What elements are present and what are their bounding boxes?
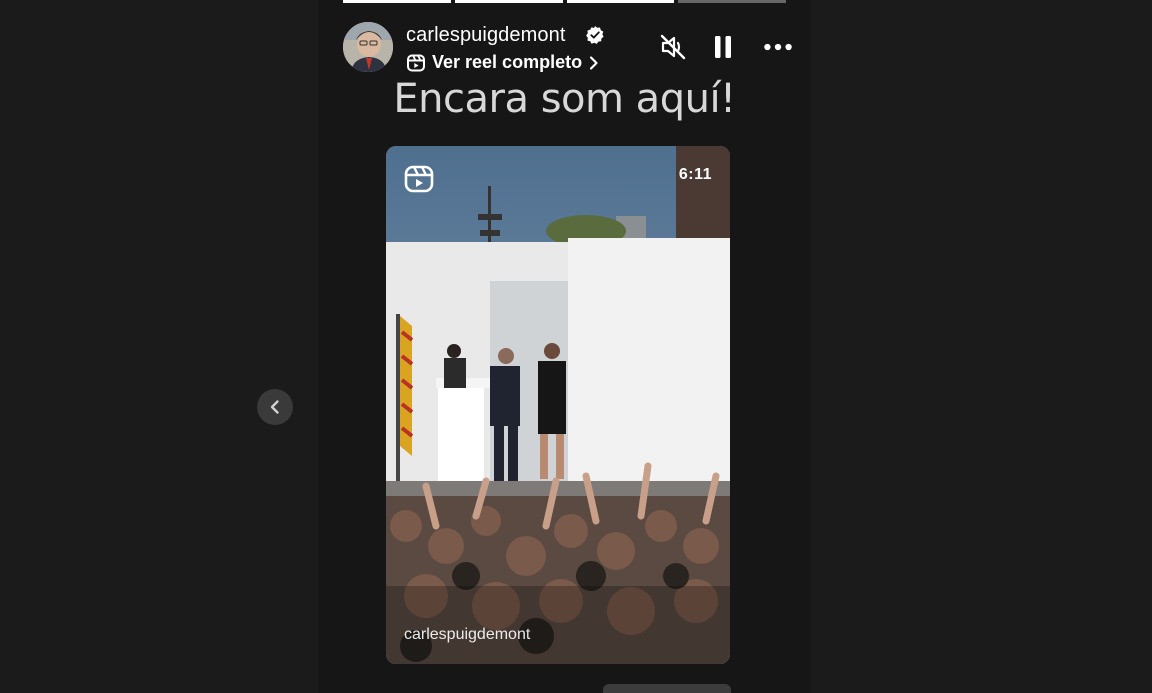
more-options-button[interactable] (763, 32, 793, 62)
progress-segment (566, 0, 675, 3)
story-progress-bar (343, 0, 786, 3)
story-header: carlespuigdemont Ver reel completo (343, 22, 792, 74)
username[interactable]: carlespuigdemont (406, 24, 565, 47)
story-viewer[interactable]: carlespuigdemont Ver reel completo Encar… (318, 0, 811, 693)
pause-button[interactable] (708, 32, 738, 62)
story-caption: Encara som aquí! (393, 76, 736, 122)
reel-watermark: carlespuigdemont (404, 626, 531, 643)
chevron-left-icon (270, 400, 279, 414)
pause-icon (715, 36, 731, 58)
avatar-image (343, 22, 393, 72)
progress-segment (678, 0, 786, 3)
verified-badge-icon (586, 26, 604, 44)
reel-thumbnail (386, 146, 730, 664)
bottom-pill-text: ... (613, 686, 621, 693)
reel-preview-card[interactable]: 6:11 carlespuigdemont (386, 146, 730, 664)
progress-segment (343, 0, 451, 3)
view-full-reel-link[interactable]: Ver reel completo (406, 52, 600, 73)
reel-duration: 6:11 (678, 166, 712, 183)
progress-segment (454, 0, 563, 3)
mute-button[interactable] (658, 32, 688, 62)
view-full-reel-label: Ver reel completo (432, 52, 583, 72)
page: carlespuigdemont Ver reel completo Encar… (0, 0, 1152, 693)
avatar[interactable] (343, 22, 393, 72)
speaker-muted-icon (660, 34, 686, 60)
chevron-right-icon (589, 55, 598, 70)
previous-story-button[interactable] (257, 389, 293, 425)
bottom-pill[interactable]: ... (603, 684, 731, 693)
reels-small-icon (407, 54, 425, 71)
more-horizontal-icon (764, 43, 792, 51)
reels-icon (404, 165, 434, 193)
